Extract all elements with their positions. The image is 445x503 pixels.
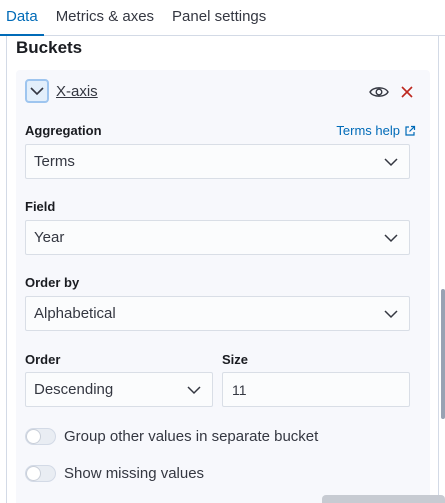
size-value: 11 [232, 381, 247, 398]
aggregation-select[interactable]: Terms [25, 144, 410, 179]
tab-data[interactable]: Data [0, 0, 44, 36]
bucket-x-axis: X-axis Aggregation Terms help Terms Fiel… [16, 70, 430, 503]
size-label: Size [222, 352, 249, 367]
chevron-down-icon [187, 386, 201, 395]
aggregation-value: Terms [34, 153, 75, 170]
section-title: Buckets [16, 38, 83, 57]
group-other-switch-row: Group other values in separate bucket [25, 426, 318, 446]
chevron-down-icon [384, 310, 398, 319]
order-by-select[interactable]: Alphabetical [25, 296, 410, 331]
order-label: Order [25, 352, 61, 367]
group-other-switch-label: Group other values in separate bucket [64, 427, 319, 445]
order-select[interactable]: Descending [25, 372, 213, 407]
bucket-header: X-axis [25, 79, 420, 105]
chevron-down-icon [30, 87, 44, 96]
remove-bucket-button[interactable] [397, 82, 417, 102]
show-missing-switch-label: Show missing values [64, 464, 205, 482]
toggle-visibility-button[interactable] [368, 82, 390, 102]
bucket-toggle-button[interactable] [25, 79, 49, 103]
order-by-label: Order by [25, 275, 80, 290]
order-value: Descending [34, 381, 114, 398]
field-select[interactable]: Year [25, 220, 410, 255]
close-icon [401, 86, 413, 98]
terms-help-link[interactable]: Terms help [336, 123, 416, 138]
aggregation-label: Aggregation [25, 123, 102, 138]
bottom-scroll-indicator [322, 495, 445, 503]
editor-tabs: Data Metrics & axes Panel settings [0, 0, 445, 36]
tab-metrics-axes[interactable]: Metrics & axes [50, 0, 160, 35]
group-other-switch[interactable] [25, 427, 56, 445]
show-missing-switch[interactable] [25, 464, 56, 482]
tab-panel-settings[interactable]: Panel settings [166, 0, 272, 35]
field-value: Year [34, 229, 65, 246]
terms-help-text: Terms help [336, 123, 400, 138]
size-input[interactable]: 11 [222, 372, 410, 407]
chevron-down-icon [384, 234, 398, 243]
switch-knob [27, 429, 40, 443]
buckets-panel: Buckets X-axis Aggregation Terms help Te… [6, 36, 439, 503]
switch-knob [27, 466, 40, 480]
field-label: Field [25, 199, 56, 214]
external-link-icon [405, 125, 416, 136]
chevron-down-icon [384, 158, 398, 167]
eye-icon [369, 87, 389, 97]
bucket-title-link[interactable]: X-axis [56, 83, 98, 100]
scrollbar-thumb[interactable] [441, 289, 445, 419]
show-missing-switch-row: Show missing values [25, 463, 204, 483]
order-by-value: Alphabetical [34, 305, 116, 322]
